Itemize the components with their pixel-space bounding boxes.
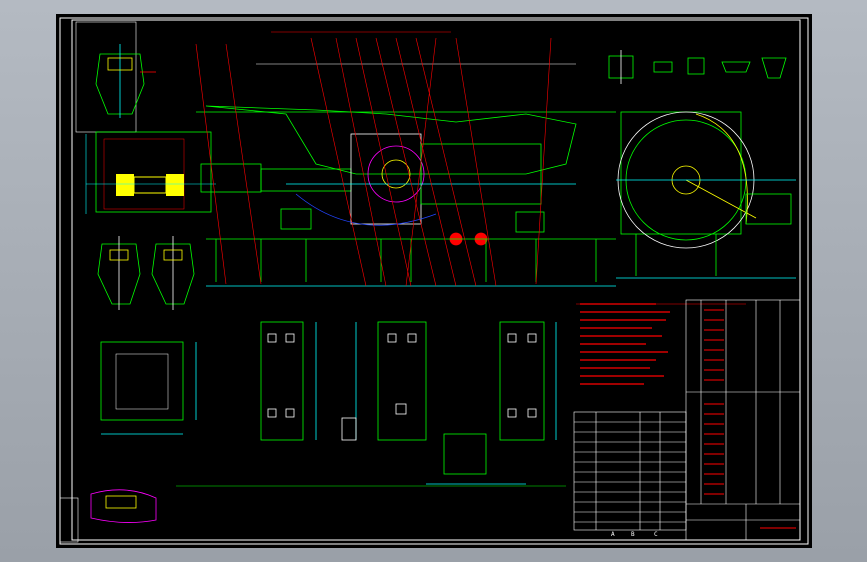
detail-c-coupling bbox=[90, 489, 157, 523]
bottom-letter-a: A bbox=[611, 531, 615, 538]
parts-list-entries bbox=[704, 309, 796, 529]
main-assembly bbox=[196, 63, 616, 287]
cad-viewport[interactable]: A B C bbox=[0, 0, 867, 562]
parts-list-table bbox=[685, 299, 801, 541]
lower-left-table bbox=[573, 411, 687, 531]
foundation-plan-1 bbox=[260, 321, 317, 441]
detail-b-bearing-left bbox=[97, 236, 141, 310]
drawing-sheet[interactable]: A B C bbox=[56, 14, 812, 548]
bottom-letter-c: C bbox=[654, 531, 658, 538]
top-right-details bbox=[608, 50, 787, 84]
inner-border bbox=[71, 19, 801, 541]
detail-a-box bbox=[75, 21, 137, 133]
small-anchor-detail bbox=[341, 417, 357, 441]
technical-notes bbox=[580, 303, 670, 385]
bottom-letter-b: B bbox=[631, 531, 635, 538]
foundation-plan-2 bbox=[355, 321, 427, 441]
revision-block bbox=[59, 497, 79, 543]
anchor-bolt-detail bbox=[426, 433, 526, 485]
volute-housing bbox=[616, 111, 796, 279]
base-plate-plan bbox=[100, 341, 197, 435]
detail-b-bearing-right bbox=[151, 236, 195, 310]
motor-assembly bbox=[85, 131, 216, 214]
leader-lines bbox=[195, 31, 746, 305]
foundation-plan-3 bbox=[499, 321, 557, 441]
drawing-canvas[interactable]: A B C bbox=[56, 14, 812, 548]
detail-a-bearing bbox=[95, 44, 156, 118]
outer-border bbox=[59, 17, 809, 545]
